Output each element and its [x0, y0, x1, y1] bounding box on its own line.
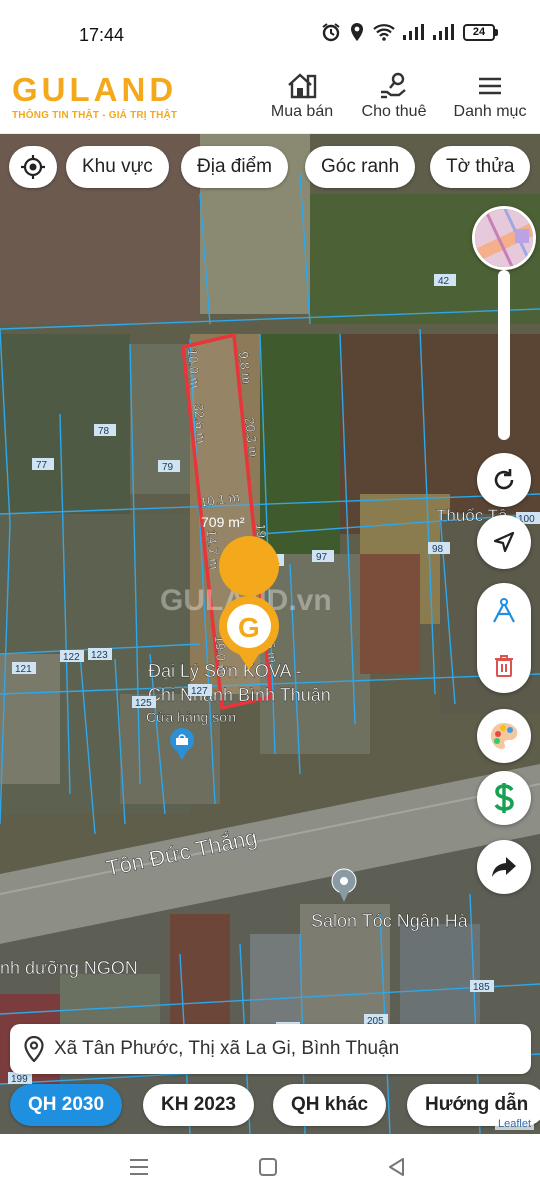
parcel-number: 121	[15, 664, 32, 675]
parcel-number: 97	[316, 552, 328, 563]
hand-key-icon	[381, 72, 406, 99]
parcel-number: 122	[63, 652, 80, 663]
share-button[interactable]	[477, 840, 531, 894]
location-pin-icon	[351, 23, 363, 41]
tab-kh-2023[interactable]: KH 2023	[143, 1084, 254, 1126]
status-time: 17:44	[79, 25, 125, 45]
delete-button[interactable]	[477, 638, 531, 693]
navigate-icon	[493, 531, 515, 553]
parcel-number: 79	[162, 462, 174, 473]
place-store-line1: Đại Lý Sơn KOVA -	[148, 661, 302, 681]
location-pin-icon	[24, 1036, 44, 1062]
parcel-number: 123	[91, 650, 108, 661]
navigate-button[interactable]	[477, 515, 531, 569]
menu-icon	[479, 77, 501, 95]
guland-logo[interactable]: GULAND THÔNG TIN THẬT - GIÁ TRỊ THẬT	[12, 71, 178, 122]
map-view[interactable]: 9.8 m 10.0 m 32.6 m 20.3 m 10.1 m 14.7 m…	[0, 134, 540, 1134]
measure-tools-group	[477, 583, 531, 693]
nav-label: Danh mục	[453, 103, 527, 120]
color-palette-button[interactable]	[477, 709, 531, 763]
logo-text: GULAND	[12, 71, 178, 108]
chip-khu-vuc[interactable]: Khu vực	[66, 146, 169, 188]
plot-area: 709 m²	[201, 514, 245, 530]
parcel-number: 127	[191, 686, 208, 697]
battery-level: 24	[463, 23, 495, 41]
address-text: Xã Tân Phước, Thị xã La Gi, Bình Thuận	[54, 1038, 400, 1059]
parcel-number: 78	[98, 426, 110, 437]
chip-goc-ranh[interactable]: Góc ranh	[305, 146, 416, 188]
parcel-number: 98	[432, 544, 444, 555]
signal-icon-2	[433, 24, 454, 40]
chip-to-thua[interactable]: Tờ thửa	[430, 146, 531, 188]
price-button[interactable]	[477, 771, 531, 825]
place-store-sub: Cửa hàng sơn	[146, 709, 236, 725]
battery-icon: 24	[463, 23, 498, 41]
share-icon	[492, 857, 516, 877]
header-nav: Mua bán Cho thuê Danh mục	[256, 72, 540, 121]
svg-text:G: G	[238, 612, 260, 643]
app-header: GULAND THÔNG TIN THẬT - GIÁ TRỊ THẬT Mua…	[0, 66, 540, 134]
house-icon	[288, 73, 317, 99]
system-nav-bar	[0, 1134, 540, 1200]
refresh-icon	[494, 469, 514, 490]
nav-mua-ban[interactable]: Mua bán	[256, 72, 348, 121]
logo-tagline: THÔNG TIN THẬT - GIÁ TRỊ THẬT	[12, 110, 178, 121]
home-icon[interactable]	[257, 1156, 279, 1178]
measure-button[interactable]	[477, 583, 531, 638]
parcel-number: 125	[135, 698, 152, 709]
crosshair-icon	[21, 155, 45, 179]
back-icon[interactable]	[386, 1156, 408, 1178]
signal-icon	[403, 24, 424, 40]
place-salon: Salon Tóc Ngân Hà	[311, 911, 469, 931]
locate-me-button[interactable]	[9, 146, 57, 188]
map-attribution[interactable]: Leaflet	[494, 1118, 534, 1130]
status-icons: 24	[321, 22, 498, 42]
opacity-slider[interactable]	[498, 270, 510, 440]
alarm-icon	[322, 23, 340, 42]
dim-left-mid: 32.6 m	[191, 403, 209, 444]
planning-tab-row: QH 2030 KH 2023 QH khác Hướng dẫn	[0, 1084, 540, 1126]
filter-chip-row: Khu vực Địa điểm Góc ranh Tờ thửa	[0, 146, 540, 188]
palette-icon	[491, 723, 518, 749]
wifi-icon	[373, 24, 395, 41]
nav-label: Cho thuê	[361, 103, 427, 120]
address-bar[interactable]: Xã Tân Phước, Thị xã La Gi, Bình Thuận	[10, 1024, 531, 1074]
dim-left-lower: 14.7 m	[204, 529, 222, 570]
nav-danh-muc[interactable]: Danh mục	[440, 72, 540, 121]
measure-icon	[493, 597, 515, 623]
tab-qh-2030[interactable]: QH 2030	[10, 1084, 123, 1126]
parcel-number: 77	[36, 460, 48, 471]
tab-qh-khac[interactable]: QH khác	[273, 1084, 387, 1126]
trash-icon	[495, 654, 513, 677]
dim-left-upper: 10.0 m	[185, 348, 203, 389]
parcel-number: 42	[438, 276, 450, 287]
map-layer-thumbnail[interactable]	[472, 206, 536, 270]
place-nutrition: nh dưỡng NGON	[0, 958, 138, 978]
refresh-button[interactable]	[477, 453, 531, 507]
chip-dia-diem[interactable]: Địa điểm	[181, 146, 288, 188]
parcel-number: 185	[473, 982, 490, 993]
nav-cho-thue[interactable]: Cho thuê	[348, 72, 440, 121]
satellite-map: 9.8 m 10.0 m 32.6 m 20.3 m 10.1 m 14.7 m…	[0, 134, 540, 1134]
place-store-line2: Chi Nhánh Bình Thuận	[148, 685, 331, 705]
nav-label: Mua bán	[270, 103, 334, 120]
dollar-icon	[494, 783, 514, 813]
recents-icon[interactable]	[128, 1156, 150, 1178]
status-bar: 17:44 24	[0, 0, 540, 66]
